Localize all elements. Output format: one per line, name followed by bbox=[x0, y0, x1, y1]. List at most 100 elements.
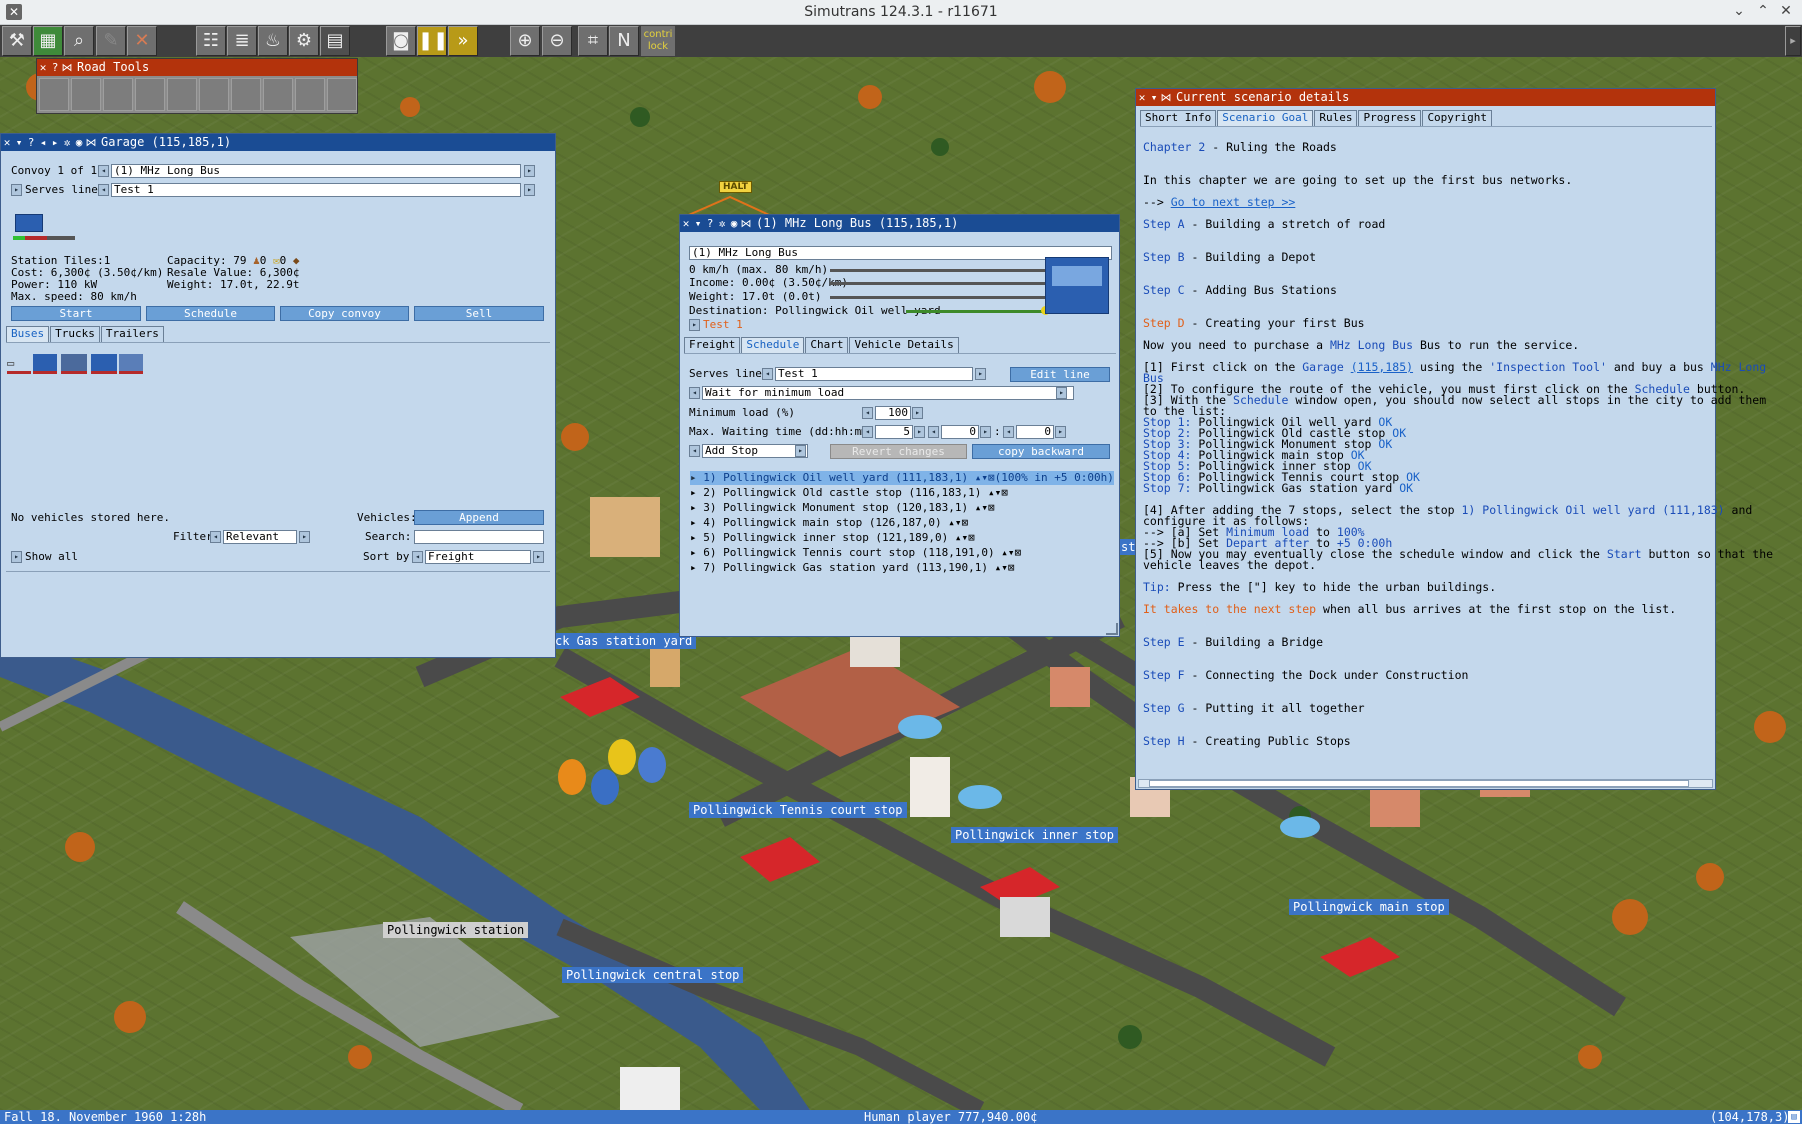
vehicle-option-bus-icon[interactable] bbox=[91, 354, 117, 374]
min-load-increase-icon[interactable]: ▸ bbox=[912, 407, 923, 419]
delete-stop-icon[interactable]: ⊠ bbox=[988, 471, 995, 484]
schedule-button[interactable]: Schedule bbox=[146, 306, 275, 321]
step-f[interactable]: Step F - Connecting the Dock under Const… bbox=[1143, 669, 1468, 682]
help-icon[interactable]: ? bbox=[704, 216, 716, 232]
station-label[interactable]: Pollingwick station bbox=[383, 922, 529, 938]
copy-convoy-button[interactable]: Copy convoy bbox=[280, 306, 409, 321]
vehicle-option-bus-icon[interactable] bbox=[61, 354, 87, 374]
append-button[interactable]: Append bbox=[414, 510, 544, 525]
close-icon[interactable]: ✕ bbox=[1, 135, 13, 151]
tab-vehicle-details[interactable]: Vehicle Details bbox=[849, 337, 959, 353]
tab-short-info[interactable]: Short Info bbox=[1140, 110, 1217, 126]
zoom-in-icon[interactable]: ⊕ bbox=[510, 26, 540, 56]
tab-freight[interactable]: Freight bbox=[684, 337, 741, 353]
road-tool-slot[interactable] bbox=[103, 78, 133, 111]
collapse-icon[interactable]: ▾ bbox=[1148, 90, 1160, 106]
wait-mode-select[interactable]: Wait for minimum load bbox=[702, 386, 1074, 400]
stop-label-main[interactable]: Pollingwick main stop bbox=[1289, 899, 1449, 915]
tab-trailers[interactable]: Trailers bbox=[100, 326, 164, 342]
delete-stop-icon[interactable]: ⊠ bbox=[1015, 546, 1022, 559]
remove-icon[interactable]: ✕ bbox=[127, 26, 157, 56]
tab-copyright[interactable]: Copyright bbox=[1422, 110, 1493, 126]
close-icon[interactable]: ✕ bbox=[1136, 90, 1148, 106]
road-tool-slot[interactable] bbox=[71, 78, 101, 111]
wait-days-input[interactable]: 5 bbox=[875, 425, 913, 439]
road-tool-slot[interactable] bbox=[231, 78, 261, 111]
vehicle-option-car-icon[interactable]: ▭ bbox=[7, 356, 31, 374]
delete-stop-icon[interactable]: ⊠ bbox=[1001, 486, 1008, 499]
step-c[interactable]: Step C - Adding Bus Stations bbox=[1143, 284, 1337, 297]
tab-rules[interactable]: Rules bbox=[1314, 110, 1358, 126]
road-tool-slot[interactable] bbox=[327, 78, 357, 111]
step-g[interactable]: Step G - Putting it all together bbox=[1143, 702, 1365, 715]
tab-scenario-goal[interactable]: Scenario Goal bbox=[1217, 110, 1314, 126]
expand-icon[interactable]: ▸ bbox=[690, 501, 697, 514]
move-down-icon[interactable]: ▾ bbox=[1001, 561, 1008, 574]
eye-icon[interactable]: ◉ bbox=[728, 216, 740, 232]
edit-line-button[interactable]: Edit line bbox=[1010, 367, 1110, 382]
add-stop-next-arrow-icon[interactable]: ▸ bbox=[795, 445, 806, 457]
line-name[interactable]: Test 1 bbox=[703, 318, 743, 331]
line-management-icon[interactable]: ☷ bbox=[196, 26, 226, 56]
stop-label-tennis[interactable]: Pollingwick Tennis court stop bbox=[689, 802, 907, 818]
convoy-name-field[interactable]: (1) MHz Long Bus bbox=[111, 164, 521, 178]
schedule-stop-row[interactable]: ▸ 7) Pollingwick Gas station yard (113,1… bbox=[690, 561, 1015, 575]
step-a[interactable]: Step A - Building a stretch of road bbox=[1143, 218, 1385, 231]
help-icon[interactable]: ▤ bbox=[320, 26, 350, 56]
move-up-icon[interactable]: ▴ bbox=[955, 531, 962, 544]
scrollbar-thumb[interactable] bbox=[1149, 780, 1689, 787]
schedule-stop-row[interactable]: ▸ 4) Pollingwick main stop (126,187,0) ▴… bbox=[690, 516, 968, 530]
revert-changes-button[interactable]: Revert changes bbox=[830, 444, 967, 459]
serves-line-field[interactable]: Test 1 bbox=[111, 183, 521, 197]
add-stop-select[interactable]: Add Stop bbox=[702, 444, 808, 458]
wait-mm-increase-icon[interactable]: ▸ bbox=[1055, 426, 1066, 438]
vehicle-option-bus-icon[interactable] bbox=[33, 354, 57, 374]
go-to-next-step-link[interactable]: Go to next step >> bbox=[1171, 195, 1296, 209]
sell-button[interactable]: Sell bbox=[414, 306, 544, 321]
delete-stop-icon[interactable]: ⊠ bbox=[962, 516, 969, 529]
stop-label-inner[interactable]: Pollingwick inner stop bbox=[951, 827, 1118, 843]
marker-icon[interactable]: ✎ bbox=[96, 26, 126, 56]
pin-icon[interactable]: ⋈ bbox=[740, 216, 752, 232]
tab-buses[interactable]: Buses bbox=[6, 326, 50, 342]
pin-icon[interactable]: ⋈ bbox=[85, 135, 97, 151]
sort-next-arrow-icon[interactable]: ▸ bbox=[533, 551, 544, 563]
expand-icon[interactable]: ▸ bbox=[690, 516, 697, 529]
collapse-icon[interactable]: ▾ bbox=[13, 135, 25, 151]
garage-coords-link[interactable]: (115,185) bbox=[1351, 360, 1413, 374]
tools-icon[interactable]: ⚒ bbox=[2, 26, 32, 56]
line-next-arrow-icon[interactable]: ▸ bbox=[524, 184, 535, 196]
expand-icon[interactable]: ▸ bbox=[690, 561, 697, 574]
close-icon[interactable]: ✕ bbox=[680, 216, 692, 232]
screenshot-camera-icon[interactable]: ◙ bbox=[386, 26, 416, 56]
schedule-stop-row[interactable]: ▸ 2) Pollingwick Old castle stop (116,18… bbox=[690, 486, 1008, 500]
horizontal-scrollbar[interactable] bbox=[1138, 779, 1713, 788]
schedule-stop-row[interactable]: ▸ 6) Pollingwick Tennis court stop (118,… bbox=[690, 546, 1021, 560]
move-up-icon[interactable]: ▴ bbox=[948, 516, 955, 529]
eye-icon[interactable]: ◉ bbox=[73, 135, 85, 151]
zoom-out-icon[interactable]: ⊖ bbox=[542, 26, 572, 56]
help-icon[interactable]: ? bbox=[25, 135, 37, 151]
sort-prev-arrow-icon[interactable]: ◂ bbox=[412, 551, 423, 563]
stop-label-gas-station[interactable]: ck Gas station yard bbox=[551, 633, 697, 649]
garage-titlebar[interactable]: ✕ ▾? ◂ ▸ ✲ ◉ ⋈ Garage (115,185,1) bbox=[1, 134, 555, 151]
wait-dd-decrease-icon[interactable]: ◂ bbox=[862, 426, 873, 438]
filter-next-arrow-icon[interactable]: ▸ bbox=[299, 531, 310, 543]
step-b[interactable]: Step B - Building a Depot bbox=[1143, 251, 1316, 264]
start-button[interactable]: Start bbox=[11, 306, 141, 321]
resize-grip-icon[interactable] bbox=[1106, 623, 1118, 635]
delete-stop-icon[interactable]: ⊠ bbox=[968, 531, 975, 544]
gear-icon[interactable]: ✲ bbox=[716, 216, 728, 232]
move-down-icon[interactable]: ▾ bbox=[955, 516, 962, 529]
road-tool-slot[interactable] bbox=[199, 78, 229, 111]
wait-hours-input[interactable]: 0 bbox=[941, 425, 979, 439]
expand-icon[interactable]: ▸ bbox=[690, 531, 697, 544]
window-maximize-icon[interactable]: ⌃ bbox=[1753, 3, 1773, 21]
step-h[interactable]: Step H - Creating Public Stops bbox=[1143, 735, 1351, 748]
wait-hh-decrease-icon[interactable]: ◂ bbox=[928, 426, 939, 438]
convoy-titlebar[interactable]: ✕ ▾? ✲ ◉ ⋈ (1) MHz Long Bus (115,185,1) bbox=[680, 215, 1119, 232]
toolbar-scroll-arrow-icon[interactable]: ▸ bbox=[1785, 26, 1801, 56]
rotate-north-icon[interactable]: N bbox=[609, 26, 639, 56]
vehicle-option-bus-icon[interactable] bbox=[119, 354, 143, 374]
grid-icon[interactable]: ⌗ bbox=[578, 26, 608, 56]
